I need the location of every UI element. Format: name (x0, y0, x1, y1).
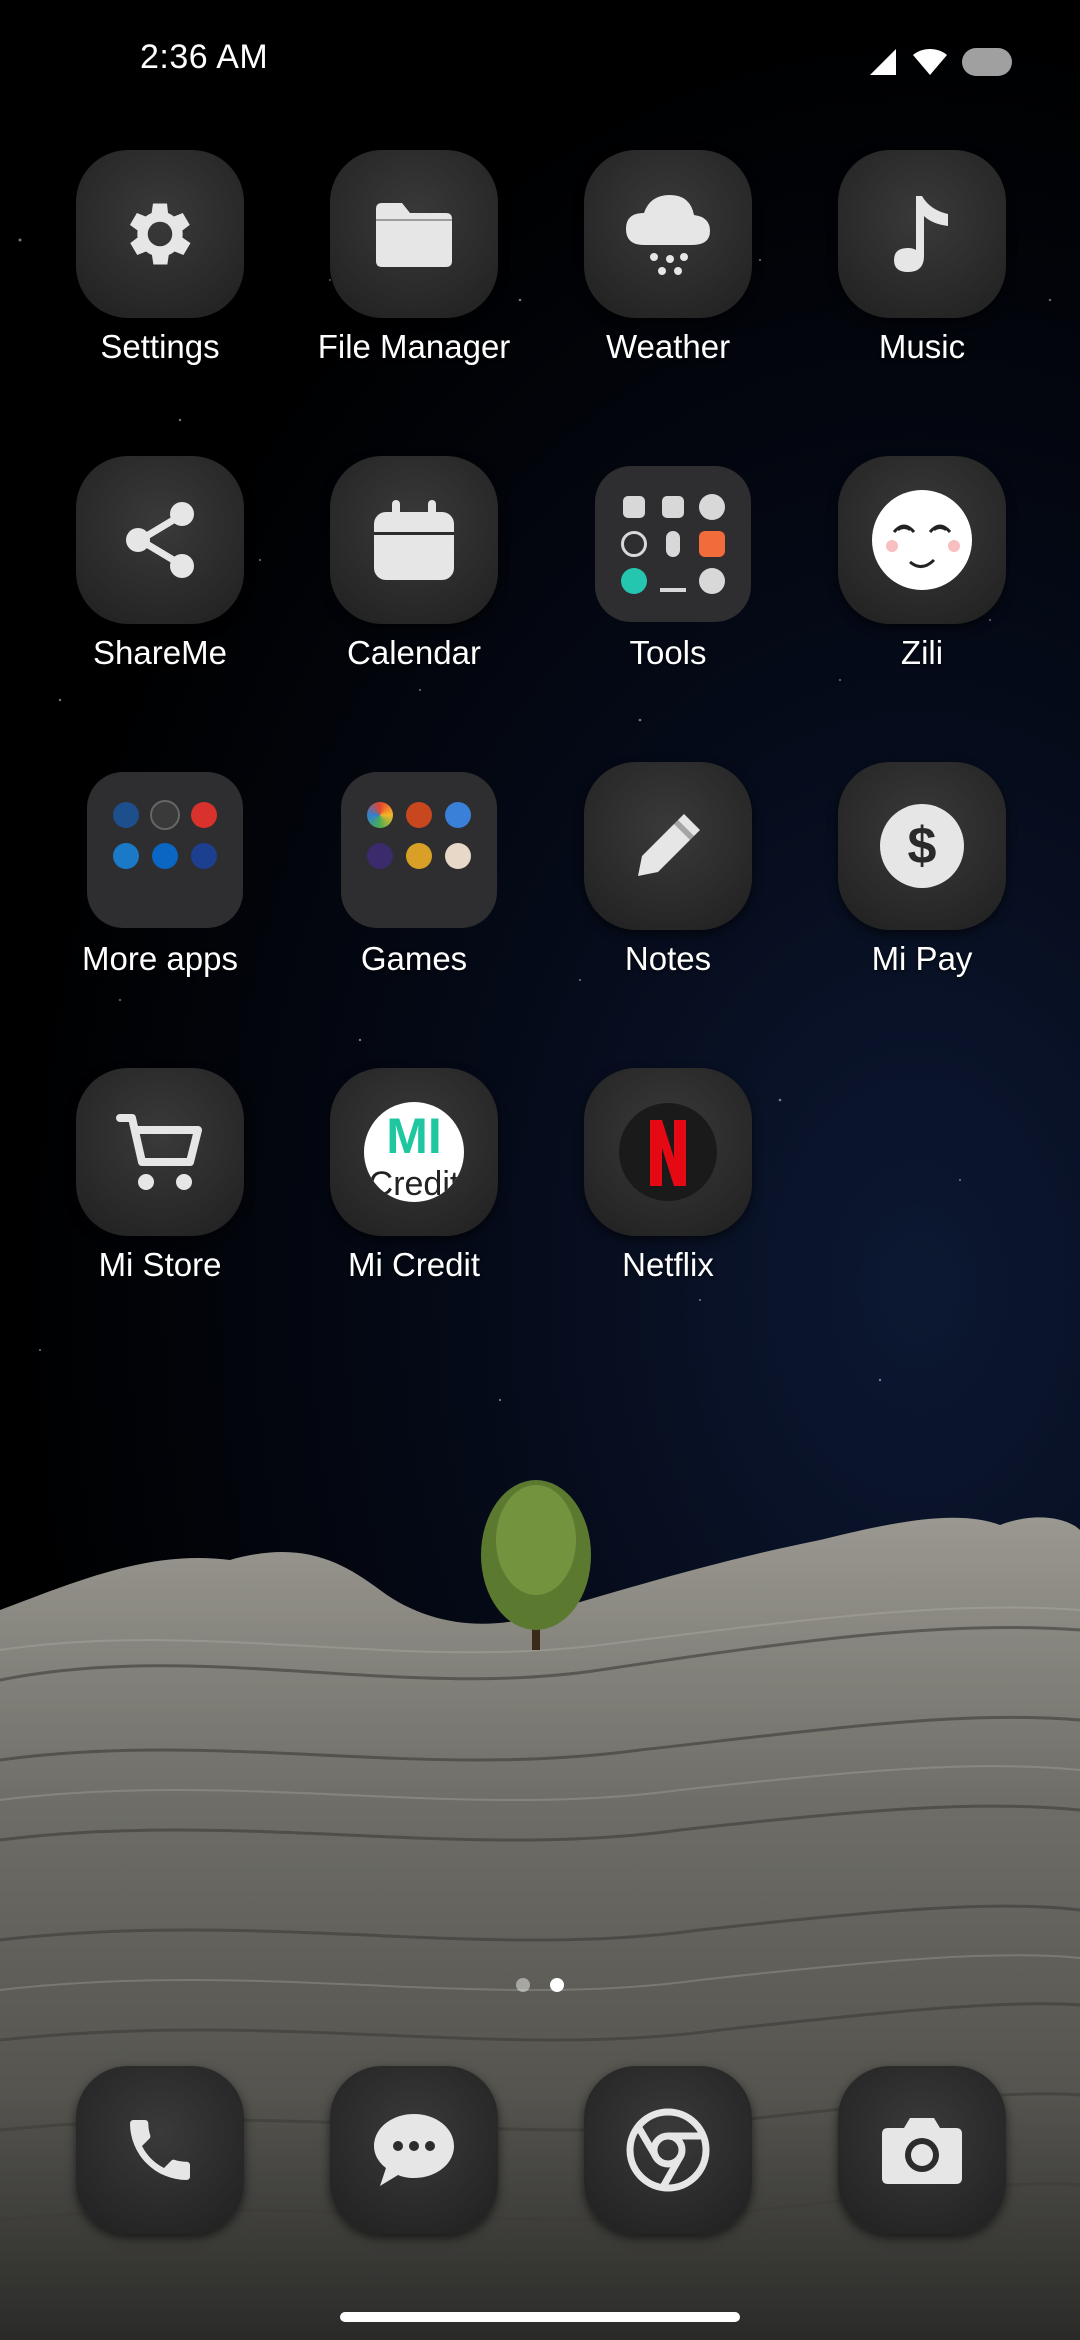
app-music[interactable]: Music (795, 150, 1049, 390)
app-netflix[interactable]: Netflix (541, 1068, 795, 1308)
dock-chrome[interactable] (541, 2066, 795, 2306)
game-mini-icon (444, 842, 471, 869)
battery-icon (962, 48, 1012, 76)
app-label: Mi Pay (871, 940, 973, 977)
app-mi-pay[interactable]: $ Mi Pay (795, 762, 1049, 1002)
smiley-face-icon (838, 456, 1006, 624)
app-label: Calendar (347, 634, 481, 671)
home-indicator[interactable] (340, 2312, 740, 2322)
mini-app-icon (623, 495, 646, 518)
page-dot[interactable] (516, 1978, 530, 1992)
status-icons (868, 44, 1012, 80)
camera-icon (838, 2066, 1006, 2234)
apps-folder-icon (87, 772, 243, 928)
compass-mini-icon (621, 568, 648, 595)
app-label: Mi Store (98, 1246, 222, 1283)
app-label: More apps (82, 940, 238, 977)
radar-mini-icon (621, 530, 648, 557)
edit-mini-icon (698, 568, 725, 595)
app-calendar[interactable]: Calendar (287, 456, 541, 696)
pencil-icon (584, 762, 752, 930)
app-label: Zili (900, 634, 944, 671)
vivaldi-mini-icon (190, 801, 217, 828)
cart-icon (76, 1068, 244, 1236)
home-screen: 2:36 AM Settings File Manager Weather Mu… (0, 0, 1080, 2340)
clock-mini-icon (698, 493, 725, 520)
gear-icon (76, 150, 244, 318)
app-settings[interactable]: Settings (33, 150, 287, 390)
music-note-icon (838, 150, 1006, 318)
svg-text:MI: MI (386, 1108, 442, 1164)
status-bar: 2:36 AM (0, 0, 1080, 120)
linkedin-mini-icon (151, 842, 178, 869)
app-shareme[interactable]: ShareMe (33, 456, 287, 696)
app-label: Games (360, 940, 468, 977)
mini-app-icon (190, 842, 217, 869)
chat-bubble-icon (330, 2066, 498, 2234)
app-mi-store[interactable]: Mi Store (33, 1068, 287, 1308)
page-indicator (0, 1978, 1080, 1994)
chrome-icon (584, 2066, 752, 2234)
recorder-mini-icon (665, 530, 680, 557)
app-mi-credit[interactable]: MI Credit Mi Credit (287, 1068, 541, 1308)
app-weather[interactable]: Weather (541, 150, 795, 390)
share-icon (76, 456, 244, 624)
folder-games[interactable]: Games (287, 762, 541, 1002)
app-notes[interactable]: Notes (541, 762, 795, 1002)
game-mini-icon (367, 842, 394, 869)
app-label: File Manager (317, 328, 511, 365)
app-label: Weather (605, 328, 731, 365)
dock (0, 2066, 1080, 2238)
status-time: 2:36 AM (140, 38, 269, 76)
folder-icon (330, 150, 498, 318)
app-file-manager[interactable]: File Manager (287, 150, 541, 390)
game-mini-icon (405, 801, 432, 828)
games-folder-icon (341, 772, 497, 928)
app-label: Notes (624, 940, 712, 977)
app-label: Netflix (622, 1246, 714, 1283)
screen-recorder-mini-icon (698, 530, 725, 557)
game-mini-icon (444, 801, 471, 828)
app-label: Settings (100, 328, 220, 365)
svg-text:$: $ (908, 817, 937, 875)
folder-more-apps[interactable]: More apps (33, 762, 287, 1002)
tools-folder-icon (595, 466, 751, 622)
app-label: ShareMe (93, 634, 227, 671)
mi-credit-logo-icon: MI Credit (330, 1068, 498, 1236)
app-label: Tools (629, 634, 707, 671)
cloud-snow-icon (584, 150, 752, 318)
calendar-icon (330, 456, 498, 624)
dock-messages[interactable] (287, 2066, 541, 2306)
phone-icon (76, 2066, 244, 2234)
mini-app-icon (113, 801, 140, 828)
app-label: Music (878, 328, 966, 365)
game-mini-icon (367, 801, 394, 828)
netflix-logo-icon (584, 1068, 752, 1236)
mini-app-icon (661, 495, 684, 518)
video-mini-icon (113, 842, 140, 869)
facebook-mini-icon (149, 799, 180, 830)
app-label: Mi Credit (347, 1246, 481, 1283)
app-zili[interactable]: Zili (795, 456, 1049, 696)
dollar-icon: $ (838, 762, 1006, 930)
dock-camera[interactable] (795, 2066, 1049, 2306)
dock-phone[interactable] (33, 2066, 287, 2306)
game-mini-icon (405, 842, 432, 869)
folder-tools[interactable]: Tools (541, 456, 795, 696)
download-mini-icon (659, 570, 686, 593)
signal-icon (870, 49, 896, 75)
page-dot-active[interactable] (550, 1978, 564, 1992)
svg-text:Credit: Credit (369, 1165, 460, 1203)
wifi-icon (913, 49, 947, 75)
